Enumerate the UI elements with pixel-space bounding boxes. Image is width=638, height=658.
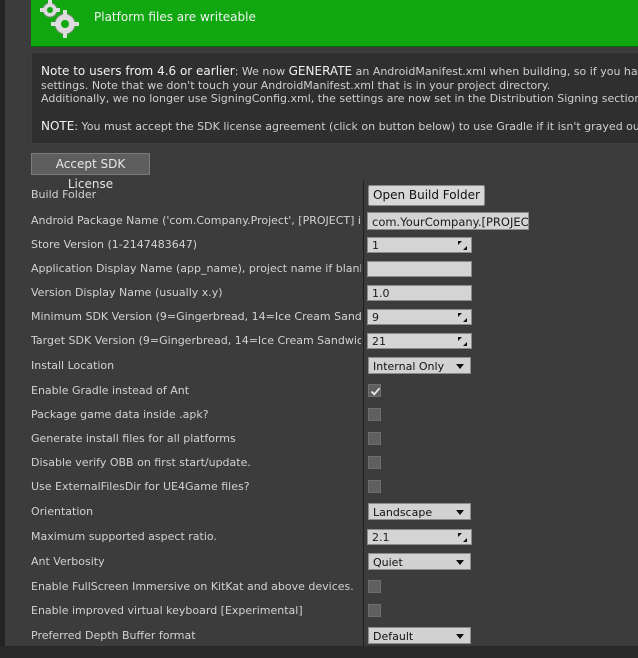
install-files-checkbox[interactable] — [368, 432, 381, 445]
orientation-value: Landscape — [373, 506, 433, 519]
app-display-name-field[interactable] — [367, 261, 472, 277]
chevron-down-icon — [456, 634, 464, 639]
enable-gradle-label: Enable Gradle instead of Ant — [31, 384, 190, 397]
note-text: : You must accept the SDK license agreem… — [74, 120, 638, 133]
orientation-label: Orientation — [31, 505, 94, 518]
aspect-ratio-value: 2.1 — [372, 531, 390, 544]
min-sdk-value: 9 — [372, 311, 379, 324]
store-version-value: 1 — [372, 239, 379, 252]
package-name-label: Android Package Name ('com.Company.Proje… — [31, 214, 361, 227]
note-line-3: Additionally, we no longer use SigningCo… — [41, 92, 638, 105]
install-location-dropdown[interactable]: Internal Only — [368, 357, 471, 374]
note-heading: NOTE — [41, 119, 75, 133]
chevron-down-icon — [456, 560, 464, 565]
fullscreen-immersive-label: Enable FullScreen Immersive on KitKat an… — [31, 580, 354, 593]
bottom-edge — [0, 646, 638, 658]
checkmark-icon — [370, 387, 381, 396]
ant-verbosity-value: Quiet — [373, 556, 403, 569]
accept-sdk-license-button[interactable]: Accept SDK License — [31, 153, 150, 191]
left-edge — [0, 0, 5, 658]
version-display-name-field[interactable]: 1.0 — [367, 285, 472, 301]
install-files-label: Generate install files for all platforms — [31, 432, 236, 445]
depth-buffer-value: Default — [373, 630, 414, 643]
package-game-data-label: Package game data inside .apk? — [31, 408, 209, 421]
writeable-banner: Platform files are writeable — [31, 0, 638, 47]
orientation-dropdown[interactable]: Landscape — [368, 503, 471, 520]
ant-verbosity-label: Ant Verbosity — [31, 555, 105, 568]
spin-arrows-icon[interactable] — [458, 241, 467, 250]
package-name-field[interactable]: com.YourCompany.[PROJECT] — [367, 212, 529, 230]
external-files-dir-checkbox[interactable] — [368, 480, 381, 493]
virtual-keyboard-checkbox[interactable] — [368, 604, 381, 617]
note-line-1: Note to users from 4.6 or earlier: We no… — [41, 64, 638, 78]
target-sdk-field[interactable]: 21 — [367, 333, 472, 349]
banner-text: Platform files are writeable — [94, 10, 256, 24]
fullscreen-immersive-checkbox[interactable] — [368, 580, 381, 593]
build-folder-label: Build Folder — [31, 188, 97, 201]
note-text: : We now — [234, 65, 289, 78]
spin-arrows-icon[interactable] — [458, 313, 467, 322]
min-sdk-label: Minimum SDK Version (9=Gingerbread, 14=I… — [31, 310, 361, 323]
note-line-4: NOTE: You must accept the SDK license ag… — [41, 119, 638, 133]
note-generate: GENERATE — [288, 64, 353, 78]
min-sdk-field[interactable]: 9 — [367, 309, 472, 325]
install-location-label: Install Location — [31, 359, 115, 372]
depth-buffer-dropdown[interactable]: Default — [368, 627, 471, 644]
disable-verify-obb-label: Disable verify OBB on first start/update… — [31, 456, 251, 469]
package-game-data-checkbox[interactable] — [368, 408, 381, 421]
note-heading: Note to users from 4.6 or earlier — [41, 64, 235, 78]
version-display-name-label: Version Display Name (usually x.y) — [31, 286, 223, 299]
app-display-name-label: Application Display Name (app_name), pro… — [31, 262, 361, 275]
aspect-ratio-label: Maximum supported aspect ratio. — [31, 530, 217, 543]
target-sdk-label: Target SDK Version (9=Gingerbread, 14=Ic… — [31, 334, 361, 347]
column-divider — [363, 181, 364, 646]
target-sdk-value: 21 — [372, 335, 386, 348]
open-build-folder-button[interactable]: Open Build Folder — [368, 185, 485, 206]
virtual-keyboard-label: Enable improved virtual keyboard [Experi… — [31, 604, 303, 617]
gear-icon — [37, 0, 83, 43]
install-location-value: Internal Only — [373, 360, 445, 373]
ant-verbosity-dropdown[interactable]: Quiet — [368, 553, 471, 570]
depth-buffer-label: Preferred Depth Buffer format — [31, 629, 196, 642]
store-version-field[interactable]: 1 — [367, 237, 472, 253]
spin-arrows-icon[interactable] — [458, 337, 467, 346]
note-line-2: settings. Note that we don't touch your … — [41, 79, 551, 92]
spin-arrows-icon[interactable] — [458, 533, 467, 542]
note-text: an AndroidManifest.xml when building, so… — [355, 65, 638, 78]
note-box: Note to users from 4.6 or earlier: We no… — [31, 52, 638, 144]
enable-gradle-checkbox[interactable] — [368, 384, 381, 397]
chevron-down-icon — [456, 364, 464, 369]
aspect-ratio-field[interactable]: 2.1 — [367, 529, 472, 545]
external-files-dir-label: Use ExternalFilesDir for UE4Game files? — [31, 480, 250, 493]
store-version-label: Store Version (1-2147483647) — [31, 238, 198, 251]
disable-verify-obb-checkbox[interactable] — [368, 456, 381, 469]
chevron-down-icon — [456, 510, 464, 515]
